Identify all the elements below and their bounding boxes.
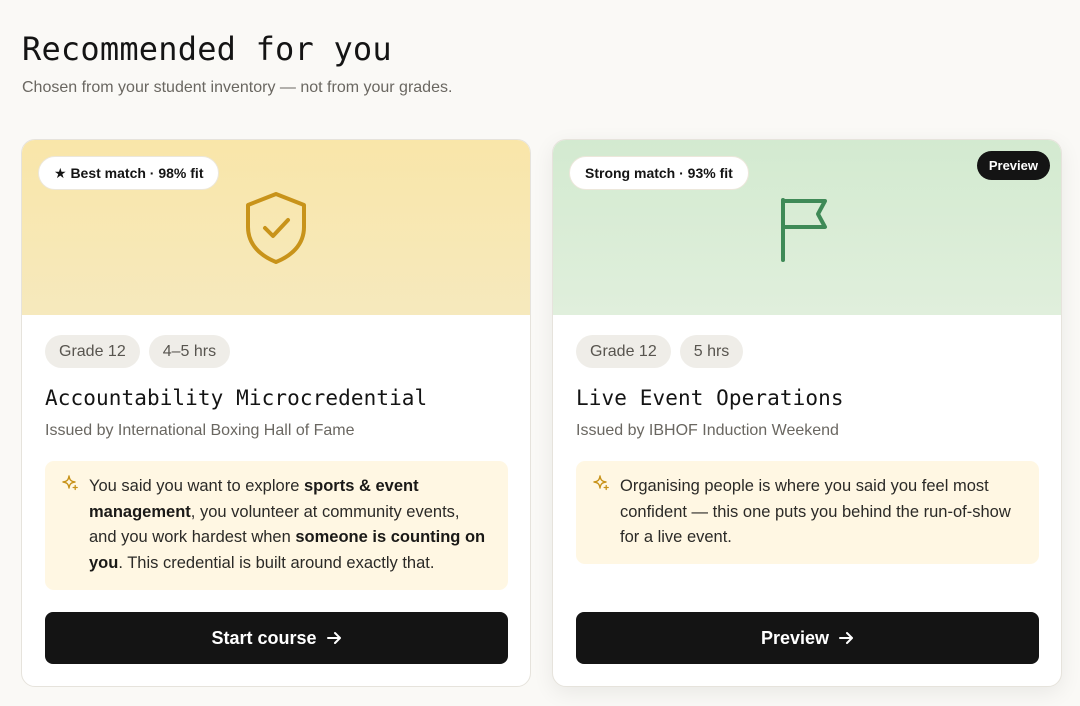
arrow-right-icon <box>839 632 854 644</box>
reason-text: . This credential is built around exactl… <box>118 553 435 572</box>
recommendation-card[interactable]: ★ Best match · 98% fit Grade 12 4–5 hrs … <box>21 139 531 687</box>
card-title: Live Event Operations <box>576 386 844 410</box>
page: Recommended for you Chosen from your stu… <box>0 0 1080 706</box>
card-issuer: Issued by International Boxing Hall of F… <box>45 422 355 439</box>
sparkle-icon <box>62 475 78 491</box>
duration-tag: 4–5 hrs <box>148 335 231 368</box>
card-hero: Strong match · 93% fit Preview <box>553 140 1061 315</box>
card-tags: Grade 12 4–5 hrs <box>45 335 231 368</box>
card-issuer: Issued by IBHOF Induction Weekend <box>576 422 839 439</box>
preview-button[interactable]: Preview <box>576 612 1039 664</box>
match-reason: You said you want to explore sports & ev… <box>45 461 508 590</box>
duration-tag: 5 hrs <box>679 335 744 368</box>
reason-text: Organising people is where you said you … <box>620 477 1011 546</box>
grade-tag: Grade 12 <box>576 335 671 368</box>
match-badge: Strong match · 93% fit <box>569 156 749 190</box>
match-badge: ★ Best match · 98% fit <box>38 156 220 190</box>
card-title: Accountability Microcredential <box>45 386 428 410</box>
page-title: Recommended for you <box>22 30 392 68</box>
shield-check-icon <box>246 192 306 264</box>
preview-badge: Preview <box>976 151 1050 180</box>
match-reason: Organising people is where you said you … <box>576 461 1039 564</box>
card-tags: Grade 12 5 hrs <box>576 335 744 368</box>
reason-text: You said you want to explore <box>89 477 304 495</box>
sparkle-icon <box>593 475 609 491</box>
cta-label: Start course <box>211 627 317 648</box>
cta-label: Preview <box>760 627 830 648</box>
flag-icon <box>781 198 827 262</box>
recommendation-card[interactable]: Strong match · 93% fit Preview Grade 12 … <box>552 139 1062 687</box>
page-subtitle: Chosen from your student inventory — not… <box>22 79 453 96</box>
grade-tag: Grade 12 <box>45 335 140 368</box>
arrow-right-icon <box>326 632 341 644</box>
start-course-button[interactable]: Start course <box>45 612 508 664</box>
card-hero: ★ Best match · 98% fit <box>22 140 530 315</box>
